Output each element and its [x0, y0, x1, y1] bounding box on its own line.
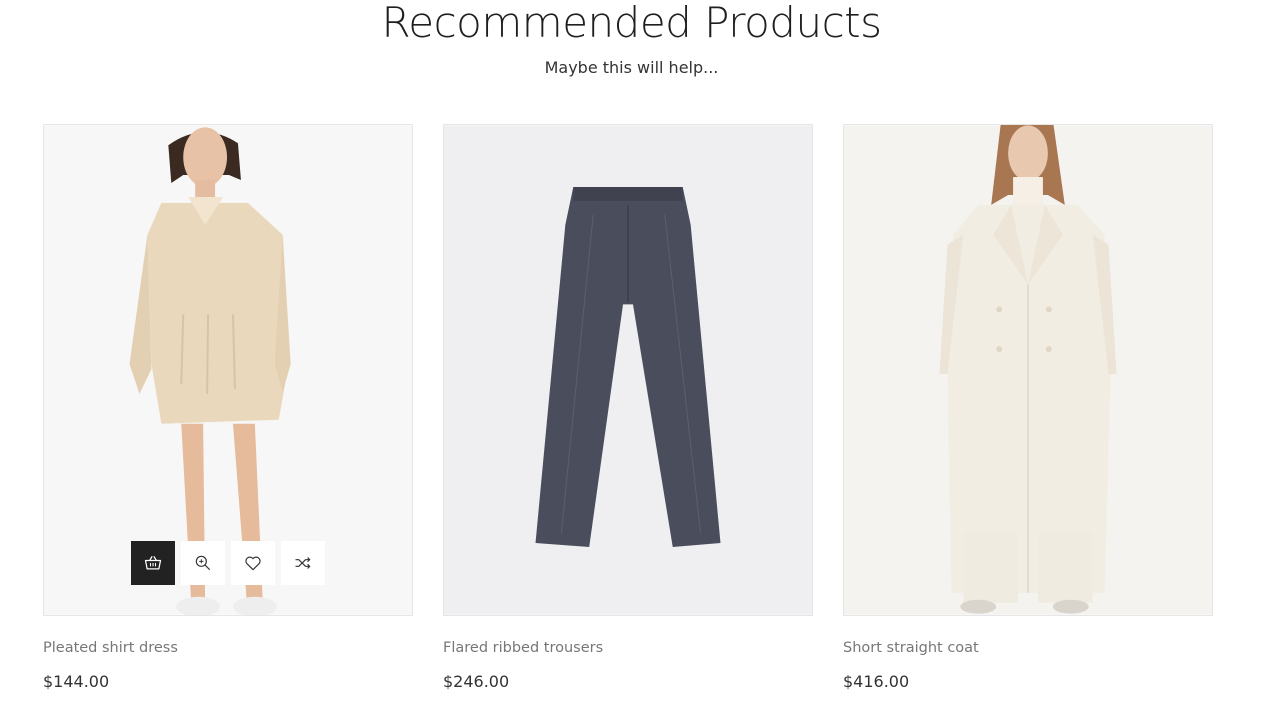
- zoom-icon: [195, 555, 211, 571]
- compare-button[interactable]: [281, 541, 325, 585]
- section-subtitle: Maybe this will help...: [544, 58, 719, 77]
- product-image-link[interactable]: [443, 124, 813, 616]
- product-name[interactable]: Flared ribbed trousers: [443, 639, 813, 657]
- product-image-link[interactable]: [843, 124, 1213, 616]
- product-price: $416.00: [843, 672, 910, 691]
- product-card-short-straight-coat: Short straight coat $416.00: [843, 124, 1213, 692]
- basket-icon: [144, 556, 162, 570]
- recommended-products-section: Recommended Products Maybe this will hel…: [0, 0, 1263, 706]
- trousers-photo: [444, 125, 812, 615]
- quick-view-button[interactable]: [181, 541, 225, 585]
- product-name[interactable]: Pleated shirt dress: [43, 639, 413, 657]
- product-name[interactable]: Short straight coat: [843, 639, 1213, 657]
- product-card-flared-ribbed-trousers: Flared ribbed trousers $246.00: [443, 124, 813, 692]
- product-price: $246.00: [443, 672, 510, 691]
- product-image-link[interactable]: [43, 124, 413, 616]
- section-title: Recommended Products: [381, 0, 882, 47]
- coat-photo: [844, 125, 1212, 615]
- heart-icon: [245, 556, 261, 571]
- product-actions: [131, 541, 325, 585]
- product-price: $144.00: [43, 672, 110, 691]
- product-card-pleated-shirt-dress: Pleated shirt dress $144.00: [43, 124, 413, 692]
- wishlist-button[interactable]: [231, 541, 275, 585]
- add-to-cart-button[interactable]: [131, 541, 175, 585]
- shuffle-icon: [295, 557, 311, 569]
